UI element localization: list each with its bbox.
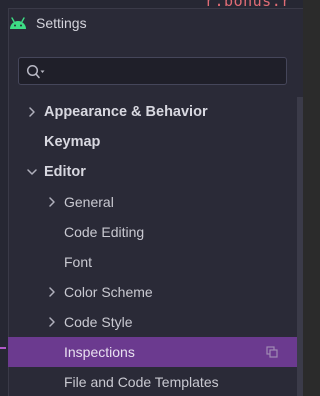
- tree-item-inspections[interactable]: Inspections: [8, 337, 300, 367]
- tree-item-label: Code Style: [64, 314, 133, 330]
- tree-item-general[interactable]: General: [8, 187, 300, 217]
- settings-window: r.bonus.r Settings Appearance & Behavior…: [0, 0, 303, 396]
- tree-item-appearance-and-behavior[interactable]: Appearance & Behavior: [8, 97, 300, 127]
- tree-item-file-and-code-templates[interactable]: File and Code Templates: [8, 367, 300, 396]
- scrollbar[interactable]: [297, 97, 303, 396]
- chevron-right-icon[interactable]: [46, 196, 58, 208]
- tree-item-label: Keymap: [44, 134, 101, 150]
- tree-item-font[interactable]: Font: [8, 247, 300, 277]
- chevron-right-icon[interactable]: [46, 286, 58, 298]
- titlebar: Settings: [8, 12, 87, 34]
- search-box[interactable]: [18, 57, 287, 85]
- tree-item-label: Code Editing: [64, 224, 145, 240]
- tree-item-code-style[interactable]: Code Style: [8, 307, 300, 337]
- tree-item-label: Editor: [44, 164, 86, 180]
- android-icon: [10, 17, 26, 29]
- tree-item-editor[interactable]: Editor: [8, 157, 300, 187]
- copy-icon[interactable]: [266, 346, 278, 358]
- chevron-down-icon[interactable]: [26, 166, 38, 178]
- dialog-title: Settings: [36, 15, 87, 31]
- tree-item-label: Color Scheme: [64, 284, 153, 300]
- tree-item-label: File and Code Templates: [64, 374, 219, 390]
- tree-item-keymap[interactable]: Keymap: [8, 127, 300, 157]
- search-input[interactable]: [49, 61, 283, 83]
- tree-item-label: Appearance & Behavior: [44, 104, 208, 120]
- search-icon[interactable]: [26, 64, 46, 80]
- tree-item-label: General: [64, 194, 114, 210]
- tree-item-code-editing[interactable]: Code Editing: [8, 217, 300, 247]
- tree-item-label: Inspections: [64, 344, 135, 360]
- tree-item-label: Font: [64, 254, 93, 270]
- chevron-right-icon[interactable]: [26, 106, 38, 118]
- edge-marker: [0, 347, 6, 349]
- tree-item-color-scheme[interactable]: Color Scheme: [8, 277, 300, 307]
- settings-tree: Appearance & Behavior Keymap Editor General…: [8, 97, 300, 396]
- chevron-right-icon[interactable]: [46, 316, 58, 328]
